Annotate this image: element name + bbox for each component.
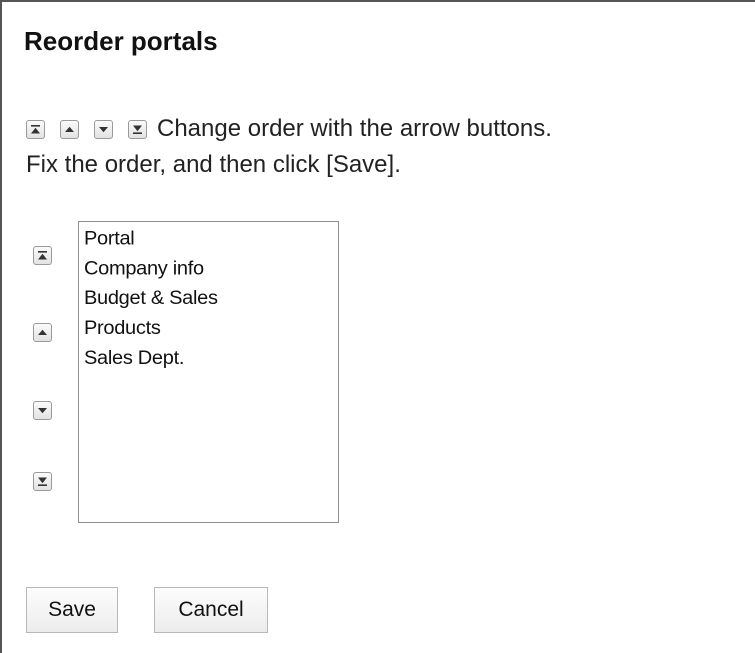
list-item[interactable]: Company info: [84, 254, 338, 283]
instruction-text-line-1: Change order with the arrow buttons.: [157, 115, 552, 142]
save-button[interactable]: Save: [26, 587, 118, 633]
portal-order-listbox[interactable]: Portal Company info Budget & Sales Produ…: [78, 221, 339, 523]
move-to-top-icon: [38, 251, 47, 260]
instruction-text-line-2: Fix the order, and then click [Save].: [26, 151, 401, 178]
list-item[interactable]: Products: [84, 314, 338, 343]
move-to-top-button[interactable]: [33, 246, 52, 265]
instruction-line-1: Change order with the arrow buttons.: [26, 111, 552, 147]
move-up-button[interactable]: [33, 323, 52, 342]
move-up-icon: [38, 329, 47, 335]
move-down-button[interactable]: [33, 401, 52, 420]
instruction-text: Change order with the arrow buttons. Fix…: [26, 111, 552, 183]
page-title: Reorder portals: [24, 26, 218, 56]
list-item[interactable]: Sales Dept.: [84, 344, 338, 373]
reorder-portals-panel: Reorder portals Change order with the ar…: [0, 0, 755, 653]
move-down-icon: [38, 408, 47, 414]
list-item[interactable]: Budget & Sales: [84, 284, 338, 313]
legend-icons: [26, 119, 147, 139]
list-item[interactable]: Portal: [84, 224, 338, 253]
move-down-icon: [94, 119, 113, 139]
move-to-top-icon: [26, 119, 45, 139]
cancel-button[interactable]: Cancel: [154, 587, 268, 633]
move-up-icon: [60, 119, 79, 139]
move-to-bottom-icon: [38, 477, 47, 486]
move-to-bottom-icon: [128, 119, 147, 139]
move-to-bottom-button[interactable]: [33, 472, 52, 491]
